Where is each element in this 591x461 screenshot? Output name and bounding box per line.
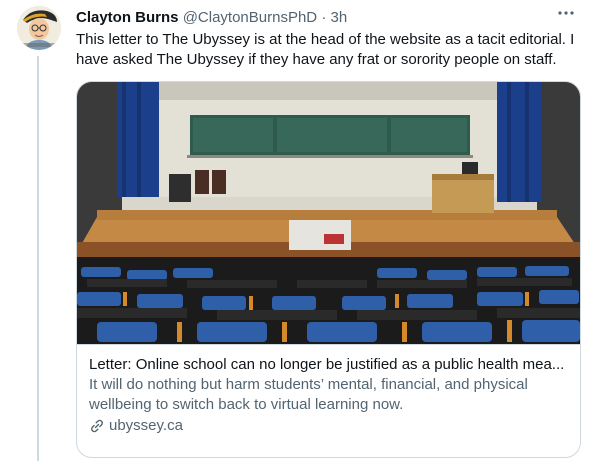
card-image[interactable]	[77, 82, 580, 344]
link-card[interactable]: Letter: Online school can no longer be j…	[76, 81, 581, 458]
card-description: It will do nothing but harm students’ me…	[89, 376, 528, 413]
card-domain: ubyssey.ca	[89, 416, 568, 436]
avatar[interactable]	[17, 6, 61, 50]
card-body[interactable]: Letter: Online school can no longer be j…	[77, 344, 580, 457]
tweet-header: Clayton Burns @ClaytonBurnsPhD · 3h	[76, 8, 571, 28]
tweet-text: This letter to The Ubyssey is at the hea…	[76, 31, 575, 68]
ellipsis-icon[interactable]	[555, 4, 577, 22]
author-handle[interactable]: @ClaytonBurnsPhD	[183, 9, 317, 26]
card-title: Letter: Online school can no longer be j…	[89, 356, 565, 373]
author-name[interactable]: Clayton Burns	[76, 9, 179, 26]
separator-dot: ·	[321, 9, 327, 26]
link-icon	[89, 418, 105, 434]
timestamp[interactable]: 3h	[330, 9, 347, 26]
thread-line	[37, 56, 39, 461]
card-domain-text[interactable]: ubyssey.ca	[109, 416, 183, 436]
